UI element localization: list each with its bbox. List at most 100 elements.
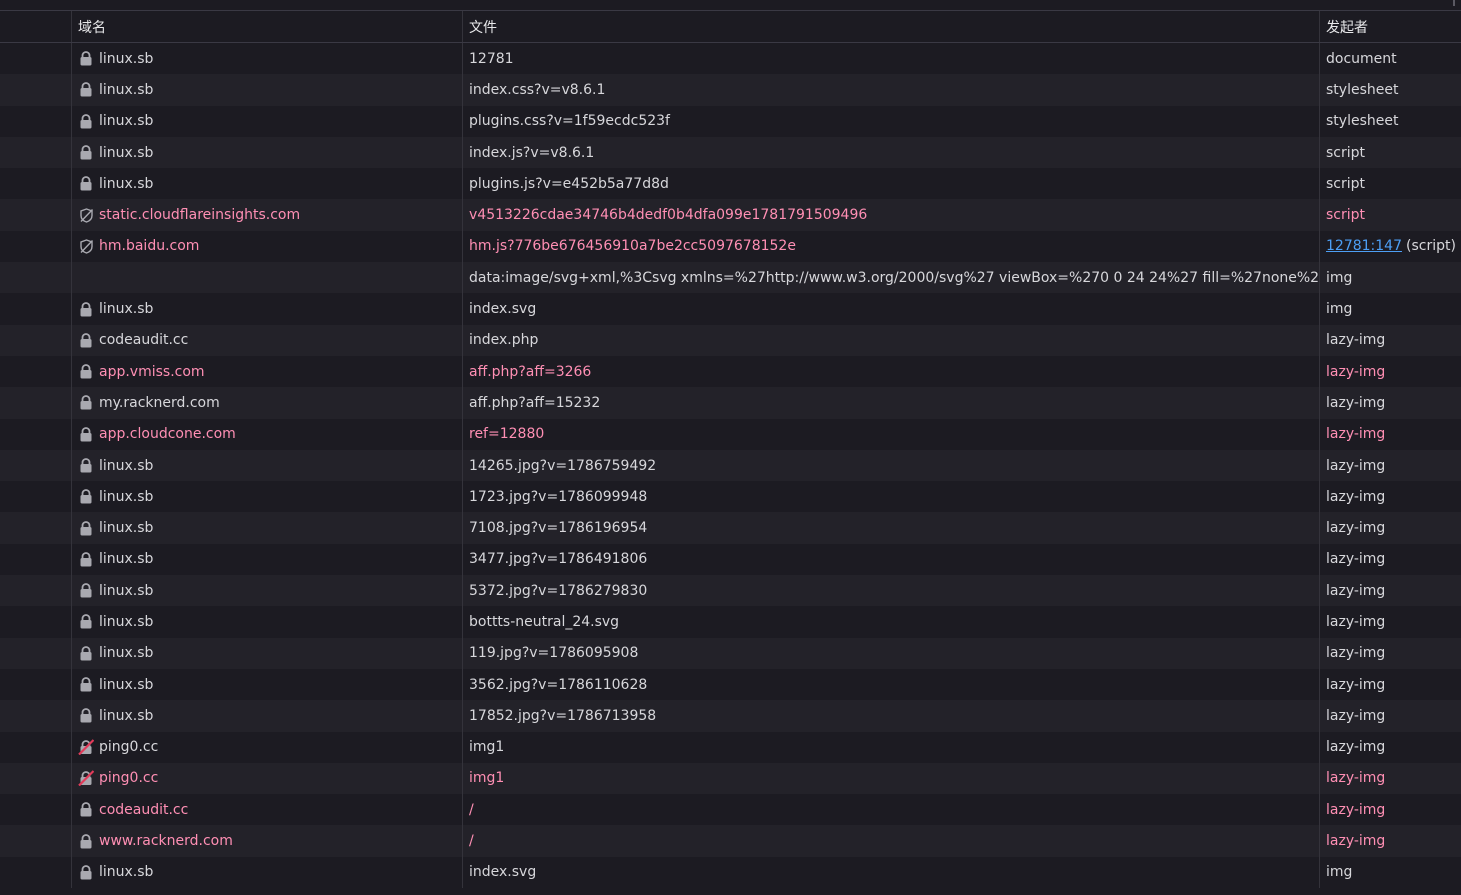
table-row[interactable]: my.racknerd.com aff.php?aff=15232 lazy-img — [0, 387, 1461, 419]
table-row[interactable]: static.cloudflareinsights.com v4513226cda… — [0, 199, 1461, 231]
initiator-link[interactable]: 12781:147 — [1326, 238, 1402, 254]
file-text: 7108.jpg?v=1786196954 — [469, 520, 648, 537]
domain-text: linux.sb — [99, 457, 154, 474]
initiator-cell: 12781:147 (script) — [1320, 231, 1461, 262]
initiator-cell: lazy-img — [1320, 481, 1461, 512]
domain-cell: linux.sb — [72, 856, 463, 889]
file-cell: index.svg — [463, 293, 1320, 325]
table-row[interactable]: app.cloudcone.com ref=12880 lazy-img — [0, 418, 1461, 450]
file-text: 3477.jpg?v=1786491806 — [469, 551, 648, 568]
initiator-cell: script — [1320, 168, 1461, 199]
file-cell: index.js?v=v8.6.1 — [463, 136, 1320, 169]
file-cell: bottts-neutral_24.svg — [463, 606, 1320, 638]
row-status-cell — [0, 575, 72, 607]
table-row[interactable]: www.racknerd.com / lazy-img — [0, 825, 1461, 857]
initiator-text: lazy-img — [1326, 582, 1386, 599]
initiator-text: lazy-img — [1326, 488, 1386, 505]
domain-text: app.vmiss.com — [99, 363, 205, 380]
table-row[interactable]: codeaudit.cc / lazy-img — [0, 794, 1461, 826]
table-row[interactable]: hm.baidu.com hm.js?776be676456910a7be2cc5… — [0, 230, 1461, 263]
initiator-cell: lazy-img — [1320, 512, 1461, 543]
domain-text: www.racknerd.com — [99, 833, 233, 850]
domain-text: linux.sb — [99, 551, 154, 568]
insecure-lock-icon — [78, 739, 94, 756]
row-status-cell — [0, 74, 72, 106]
domain-cell — [72, 262, 463, 294]
table-row[interactable]: linux.sb index.svg img — [0, 856, 1461, 889]
table-row[interactable]: linux.sb 14265.jpg?v=1786759492 lazy-img — [0, 449, 1461, 482]
table-row[interactable]: linux.sb bottts-neutral_24.svg lazy-img — [0, 606, 1461, 638]
file-text: 5372.jpg?v=1786279830 — [469, 582, 648, 599]
initiator-text: stylesheet — [1326, 81, 1399, 98]
file-cell: 17852.jpg?v=1786713958 — [463, 700, 1320, 732]
lock-icon — [78, 645, 94, 661]
domain-cell: linux.sb — [72, 700, 463, 732]
domain-cell: linux.sb — [72, 449, 463, 482]
file-cell: index.css?v=v8.6.1 — [463, 74, 1320, 106]
file-text: data:image/svg+xml,%3Csvg xmlns=%27http:… — [469, 269, 1320, 286]
header-status-column[interactable] — [0, 11, 72, 42]
domain-text: app.cloudcone.com — [99, 426, 236, 443]
initiator-text: script — [1326, 144, 1366, 161]
initiator-cell: lazy-img — [1320, 794, 1461, 825]
file-cell: / — [463, 825, 1320, 857]
domain-text: linux.sb — [99, 175, 154, 192]
row-status-cell — [0, 105, 72, 137]
table-row[interactable]: linux.sb 3562.jpg?v=1786110628 lazy-img — [0, 668, 1461, 701]
domain-cell: linux.sb — [72, 293, 463, 325]
initiator-cell: lazy-img — [1320, 387, 1461, 418]
domain-cell: app.vmiss.com — [72, 355, 463, 388]
domain-text: linux.sb — [99, 81, 154, 98]
domain-text: static.cloudflareinsights.com — [99, 207, 301, 224]
table-row[interactable]: codeaudit.cc index.php lazy-img — [0, 324, 1461, 356]
initiator-text: img — [1326, 269, 1353, 286]
header-file[interactable]: 文件 — [463, 11, 1320, 42]
initiator-text: lazy-img — [1326, 457, 1386, 474]
initiator-cell: lazy-img — [1320, 700, 1461, 731]
table-row[interactable]: linux.sb plugins.js?v=e452b5a77d8d script — [0, 168, 1461, 200]
table-row[interactable]: data:image/svg+xml,%3Csvg xmlns=%27http:… — [0, 262, 1461, 294]
initiator-text: stylesheet — [1326, 113, 1399, 130]
insecure-lock-icon — [78, 770, 94, 787]
row-status-cell — [0, 637, 72, 669]
file-cell: 119.jpg?v=1786095908 — [463, 637, 1320, 669]
table-row[interactable]: linux.sb index.js?v=v8.6.1 script — [0, 136, 1461, 169]
scrollbar-thumb[interactable] — [1453, 0, 1455, 6]
domain-text: linux.sb — [99, 488, 154, 505]
domain-cell: hm.baidu.com — [72, 230, 463, 263]
initiator-text: lazy-img — [1326, 426, 1386, 443]
table-row[interactable]: linux.sb 1723.jpg?v=1786099948 lazy-img — [0, 481, 1461, 513]
table-row[interactable]: linux.sb 3477.jpg?v=1786491806 lazy-img — [0, 543, 1461, 576]
domain-cell: linux.sb — [72, 481, 463, 513]
table-row[interactable]: ping0.cc img1 lazy-img — [0, 762, 1461, 795]
row-status-cell — [0, 543, 72, 576]
table-row[interactable]: app.vmiss.com aff.php?aff=3266 lazy-img — [0, 355, 1461, 388]
file-text: index.css?v=v8.6.1 — [469, 81, 606, 98]
table-row[interactable]: linux.sb plugins.css?v=1f59ecdc523f styles… — [0, 105, 1461, 137]
lock-icon — [78, 677, 94, 693]
lock-icon — [78, 864, 94, 880]
domain-cell: ping0.cc — [72, 762, 463, 795]
table-row[interactable]: linux.sb index.css?v=v8.6.1 stylesheet — [0, 74, 1461, 106]
table-row[interactable]: linux.sb 17852.jpg?v=1786713958 lazy-img — [0, 700, 1461, 732]
initiator-cell: img — [1320, 262, 1461, 293]
table-row[interactable]: linux.sb 7108.jpg?v=1786196954 lazy-img — [0, 512, 1461, 544]
header-initiator[interactable]: 发起者 — [1320, 11, 1461, 42]
table-row[interactable]: linux.sb 12781 document — [0, 43, 1461, 75]
table-header: 域名 文件 发起者 — [0, 11, 1461, 43]
domain-text: linux.sb — [99, 50, 154, 67]
table-row[interactable]: ping0.cc img1 lazy-img — [0, 731, 1461, 763]
table-row[interactable]: linux.sb 5372.jpg?v=1786279830 lazy-img — [0, 575, 1461, 607]
domain-cell: www.racknerd.com — [72, 825, 463, 857]
table-row[interactable]: linux.sb index.svg img — [0, 293, 1461, 325]
lock-icon — [78, 708, 94, 724]
domain-cell: linux.sb — [72, 543, 463, 576]
file-cell: 1723.jpg?v=1786099948 — [463, 481, 1320, 513]
file-text: bottts-neutral_24.svg — [469, 613, 620, 630]
table-row[interactable]: linux.sb 119.jpg?v=1786095908 lazy-img — [0, 637, 1461, 669]
lock-icon — [78, 489, 94, 505]
row-status-cell — [0, 43, 72, 75]
header-domain[interactable]: 域名 — [72, 11, 463, 42]
row-status-cell — [0, 856, 72, 889]
row-status-cell — [0, 731, 72, 763]
